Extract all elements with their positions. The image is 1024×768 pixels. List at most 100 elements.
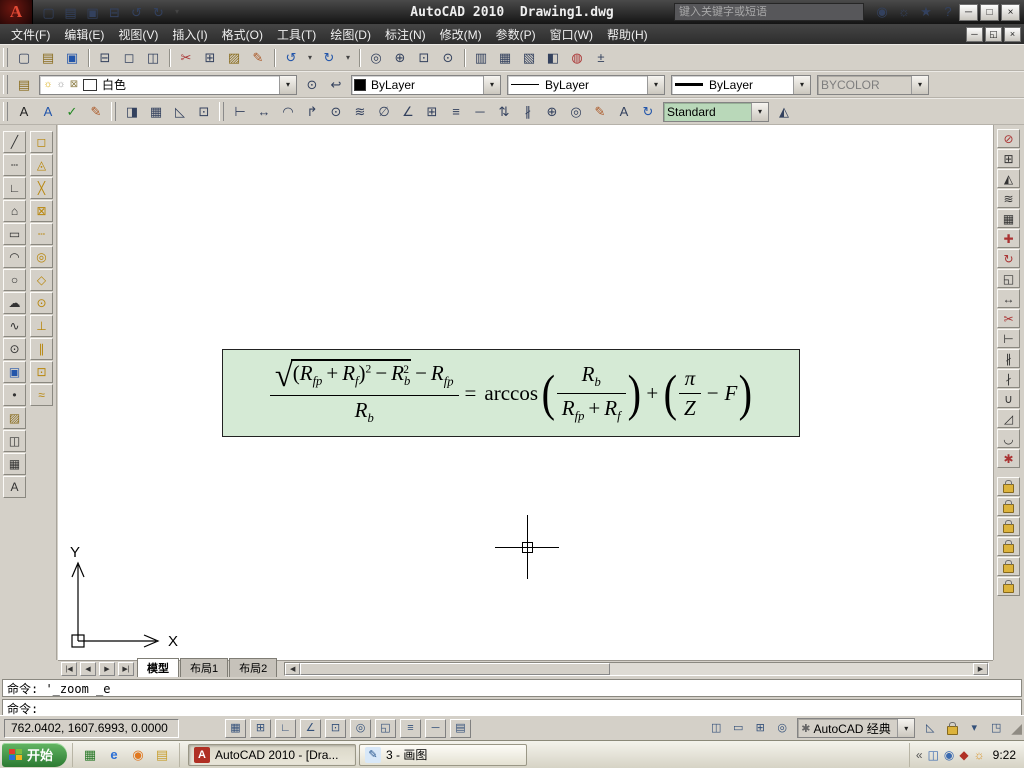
join-button[interactable]: ∪ — [997, 389, 1020, 408]
padlock-icon[interactable] — [997, 517, 1020, 536]
fillet-button[interactable]: ◡ — [997, 429, 1020, 448]
search-input[interactable] — [674, 3, 864, 21]
quick-view-layouts-button[interactable]: ▭ — [728, 719, 748, 738]
scroll-left-icon[interactable]: ◀ — [285, 663, 301, 675]
save-button[interactable]: ▣ — [61, 47, 83, 69]
insert-block-button[interactable]: ▣ — [3, 361, 26, 383]
paste-button[interactable]: ▨ — [223, 47, 245, 69]
diameter-button[interactable]: ∅ — [373, 101, 395, 123]
tolerance-button[interactable]: ⊕ — [541, 101, 563, 123]
dropdown-arrow-icon[interactable]: ▾ — [751, 102, 768, 121]
single-line-text-button[interactable]: A — [37, 101, 59, 123]
model-space-button[interactable]: ◫ — [706, 719, 726, 738]
construction-line-button[interactable]: ┄ — [3, 154, 26, 176]
osnap-toggle[interactable]: ⊡ — [325, 718, 346, 738]
toolbar-grip[interactable] — [111, 102, 116, 121]
spline-button[interactable]: ∿ — [3, 315, 26, 337]
menu-item[interactable]: 参数(P) — [489, 24, 543, 45]
revision-cloud-button[interactable]: ☁ — [3, 292, 26, 314]
multiline-text-button[interactable]: A — [3, 476, 26, 498]
snap-to-quadrant-button[interactable]: ◇ — [30, 269, 53, 291]
undo-button[interactable]: ↺ — [280, 47, 302, 69]
qat-new-icon[interactable]: ▢ — [39, 3, 58, 21]
point-button[interactable]: • — [3, 384, 26, 406]
extend-button[interactable]: ⊢ — [997, 329, 1020, 348]
doc-restore-button[interactable]: ◱ — [985, 26, 1002, 42]
angular-button[interactable]: ∠ — [397, 101, 419, 123]
ducs-toggle[interactable]: ◱ — [375, 718, 396, 738]
qat-undo-icon[interactable]: ↺ — [127, 3, 146, 21]
style-update-button[interactable]: ⊡ — [193, 101, 215, 123]
menu-item[interactable]: 视图(V) — [111, 24, 165, 45]
drawing-canvas[interactable]: √(Rfp + Rf)2− Rb2− Rfp Rb = arccos ( Rb Rfp +… — [58, 125, 993, 660]
otrack-toggle[interactable]: ◎ — [350, 718, 371, 738]
dim-break-button[interactable]: ∦ — [517, 101, 539, 123]
center-mark-button[interactable]: ◎ — [565, 101, 587, 123]
qnew-button[interactable]: ▢ — [13, 47, 35, 69]
zoom-previous-button[interactable]: ⊙ — [437, 47, 459, 69]
start-button[interactable]: 开始 — [2, 742, 68, 767]
dyn-toggle[interactable]: ≡ — [400, 718, 421, 738]
table-style-button[interactable]: ▦ — [145, 101, 167, 123]
offset-button[interactable]: ≋ — [997, 189, 1020, 208]
menu-item[interactable]: 文件(F) — [4, 24, 57, 45]
baseline-button[interactable]: ≡ — [445, 101, 467, 123]
grid-toggle[interactable]: ⊞ — [250, 718, 271, 738]
layout-tab[interactable]: 布局2 — [229, 658, 278, 677]
cut-button[interactable]: ✂ — [175, 47, 197, 69]
dropdown-arrow-icon[interactable]: ▾ — [793, 75, 810, 94]
menu-item[interactable]: 插入(I) — [165, 24, 214, 45]
quick-view-drawings-button[interactable]: ⊞ — [750, 719, 770, 738]
linetype-control-dropdown[interactable]: ByLayer ▾ — [507, 74, 665, 95]
coordinates-readout[interactable]: 762.0402, 1607.6993, 0.0000 — [4, 718, 179, 738]
move-button[interactable]: ✚ — [997, 229, 1020, 248]
break-button[interactable]: ∤ — [997, 369, 1020, 388]
snap-toggle[interactable]: ▦ — [225, 718, 246, 738]
spell-check-button[interactable]: ✓ — [61, 101, 83, 123]
snap-to-midpoint-button[interactable]: ◬ — [30, 154, 53, 176]
undo-dropdown[interactable]: ▾ — [304, 47, 316, 69]
make-object-layer-current-button[interactable]: ⊙ — [301, 74, 323, 96]
tray-autocad-icon[interactable]: ◆ — [959, 749, 968, 761]
menu-item[interactable]: 修改(M) — [433, 24, 489, 45]
menu-item[interactable]: 标注(N) — [378, 24, 433, 45]
internet-explorer-icon[interactable]: e — [104, 745, 124, 765]
quickcalc-button[interactable]: ± — [590, 47, 612, 69]
plot-button[interactable]: ⊟ — [94, 47, 116, 69]
polygon-button[interactable]: ⌂ — [3, 200, 26, 222]
snap-to-apparent-intersection-button[interactable]: ⊠ — [30, 200, 53, 222]
qat-menu-dropdown[interactable]: ▾ — [171, 3, 183, 21]
dim-space-button[interactable]: ⇅ — [493, 101, 515, 123]
erase-button[interactable]: ⊘ — [997, 129, 1020, 148]
rectangle-button[interactable]: ▭ — [3, 223, 26, 245]
designcenter-button[interactable]: ▦ — [494, 47, 516, 69]
text-style-button[interactable]: A — [13, 101, 35, 123]
snap-to-node-button[interactable]: ⊡ — [30, 361, 53, 383]
qat-open-icon[interactable]: ▤ — [61, 3, 80, 21]
layer-previous-button[interactable]: ↩ — [325, 74, 347, 96]
chamfer-button[interactable]: ◿ — [997, 409, 1020, 428]
polar-toggle[interactable]: ∠ — [300, 718, 321, 738]
dropdown-arrow-icon[interactable]: ▾ — [897, 719, 915, 737]
layout-tab[interactable]: 模型 — [137, 658, 179, 677]
layer-control-dropdown[interactable]: ☼ ☼ ⊠ 白色 ▾ — [39, 74, 297, 95]
snap-to-intersection-button[interactable]: ╳ — [30, 177, 53, 199]
region-button[interactable]: ◫ — [3, 430, 26, 452]
scrollbar-thumb[interactable] — [300, 663, 611, 675]
match-properties-button[interactable]: ✎ — [247, 47, 269, 69]
tray-collapse-chevron-icon[interactable]: « — [916, 749, 923, 761]
hatch-button[interactable]: ▨ — [3, 407, 26, 429]
text-edit-button[interactable]: ✎ — [85, 101, 107, 123]
pan-button[interactable]: ◎ — [365, 47, 387, 69]
qat-save-icon[interactable]: ▣ — [83, 3, 102, 21]
snap-to-center-button[interactable]: ◎ — [30, 246, 53, 268]
radius-button[interactable]: ⊙ — [325, 101, 347, 123]
publish-button[interactable]: ◫ — [142, 47, 164, 69]
formula-object[interactable]: √(Rfp + Rf)2− Rb2− Rfp Rb = arccos ( Rb Rfp +… — [222, 349, 800, 437]
status-menu-arrow-icon[interactable]: ▾ — [964, 719, 984, 738]
show-desktop-icon[interactable]: ▦ — [80, 745, 100, 765]
app-minimize-button[interactable]: ─ — [959, 4, 978, 21]
array-button[interactable]: ▦ — [997, 209, 1020, 228]
toolbar-grip[interactable] — [3, 75, 8, 94]
layer-properties-manager-button[interactable]: ▤ — [13, 74, 35, 96]
